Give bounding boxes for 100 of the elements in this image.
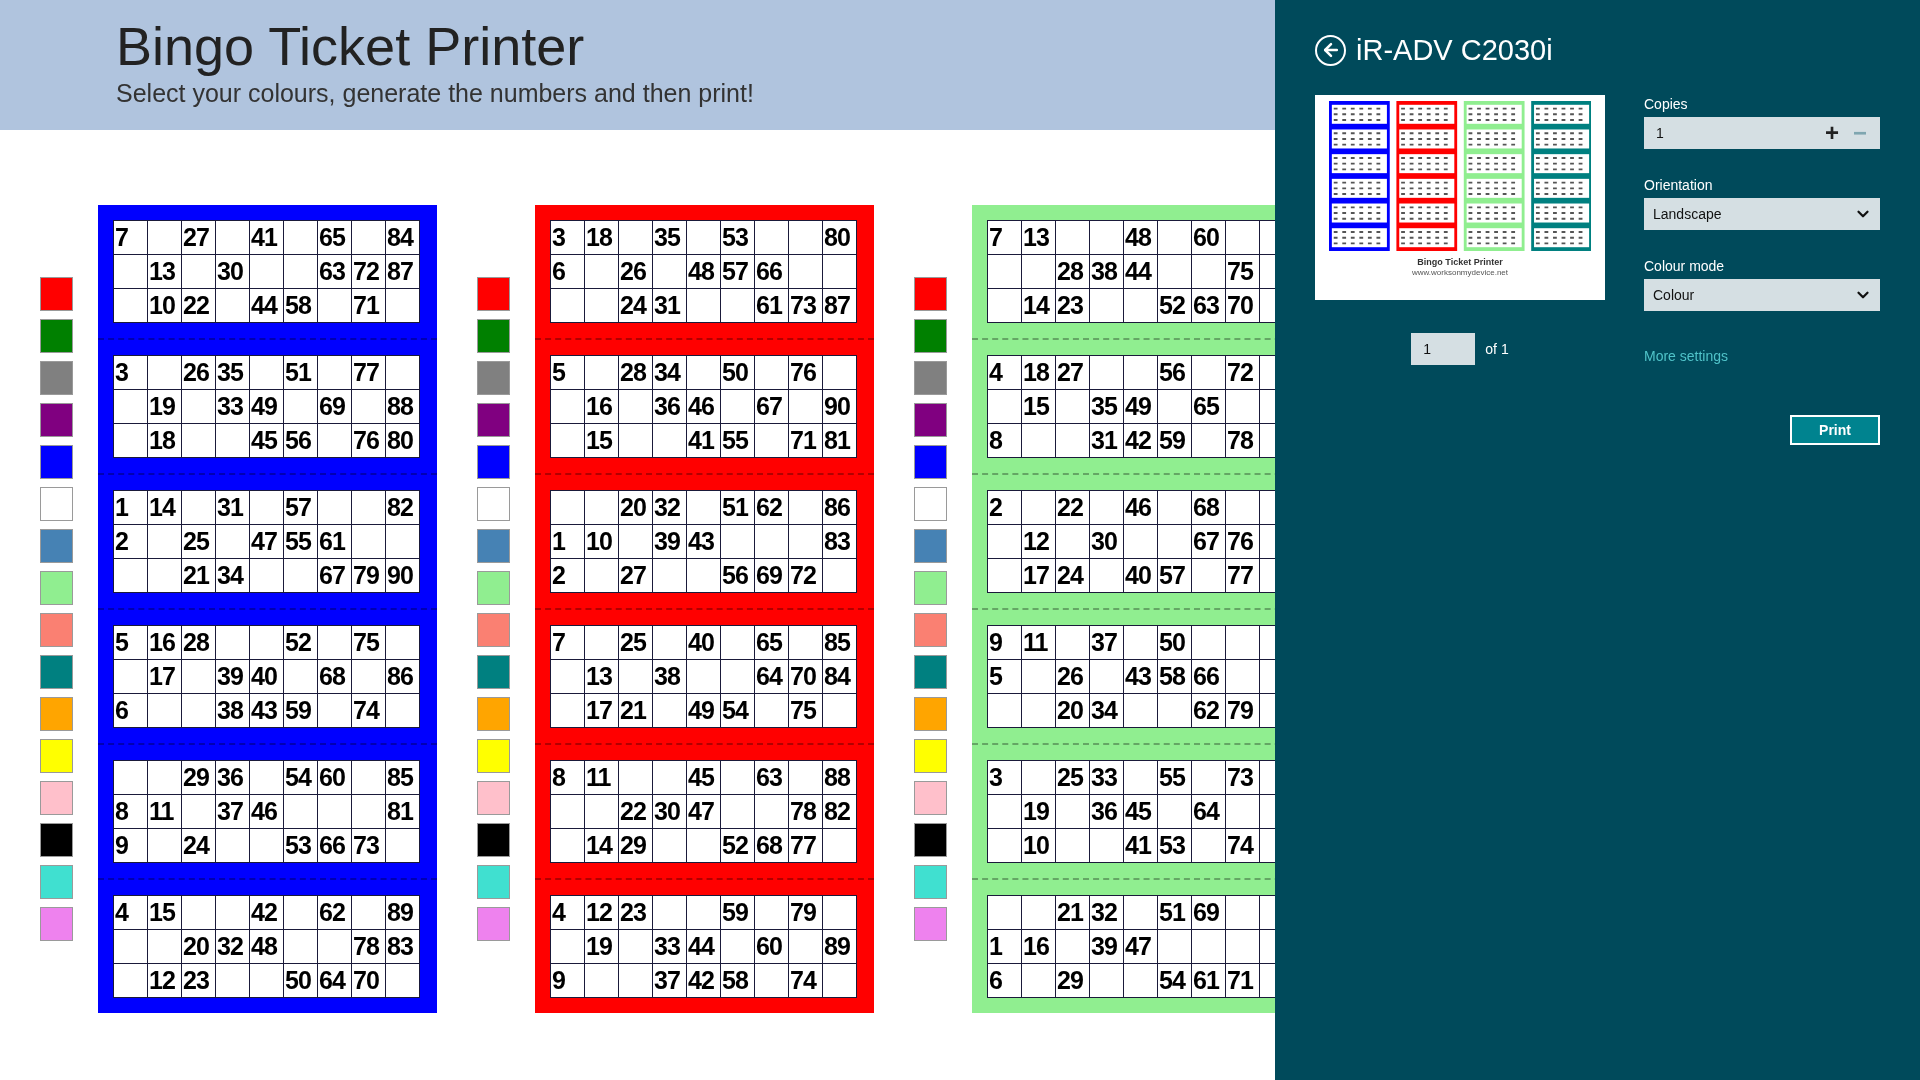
ticket-cell: [1090, 964, 1123, 997]
ticket-cell: 19: [148, 390, 181, 423]
colour-swatch[interactable]: [40, 445, 73, 479]
ticket-cell: [250, 626, 283, 659]
ticket-cell: [619, 930, 652, 963]
ticket-cell: 71: [789, 424, 822, 457]
print-button[interactable]: Print: [1790, 415, 1880, 445]
ticket-cell: 69: [1192, 896, 1225, 929]
colour-swatch[interactable]: [914, 487, 947, 521]
colour-swatch[interactable]: [40, 781, 73, 815]
back-icon[interactable]: [1315, 34, 1346, 66]
ticket-cell: [1124, 356, 1157, 389]
colour-swatch[interactable]: [914, 907, 947, 941]
ticket-cell: 33: [1090, 761, 1123, 794]
ticket-cell: [988, 525, 1021, 558]
colour-swatch[interactable]: [40, 613, 73, 647]
page-number-field[interactable]: 1: [1411, 333, 1476, 365]
colour-swatch[interactable]: [914, 319, 947, 353]
colour-swatch[interactable]: [477, 445, 510, 479]
ticket-cell: 77: [352, 356, 385, 389]
ticket-cell: 12: [1022, 525, 1055, 558]
colour-swatch[interactable]: [477, 739, 510, 773]
colour-mode-select[interactable]: Colour: [1644, 279, 1880, 311]
ticket-cell: 24: [1056, 559, 1089, 592]
colour-swatch[interactable]: [40, 403, 73, 437]
colour-swatch[interactable]: [477, 613, 510, 647]
ticket-cell: 68: [318, 660, 351, 693]
colour-swatch[interactable]: [40, 361, 73, 395]
colour-swatch[interactable]: [40, 529, 73, 563]
ticket-cell: 51: [721, 491, 754, 524]
colour-swatch[interactable]: [477, 823, 510, 857]
ticket-cell: 17: [1022, 559, 1055, 592]
colour-swatch[interactable]: [914, 361, 947, 395]
ticket-cell: 56: [1158, 356, 1191, 389]
colour-swatch[interactable]: [40, 277, 73, 311]
colour-swatch[interactable]: [914, 697, 947, 731]
ticket-cell: [585, 491, 618, 524]
colour-swatch[interactable]: [477, 865, 510, 899]
ticket-cell: 19: [1022, 795, 1055, 828]
colour-swatch[interactable]: [914, 781, 947, 815]
colour-swatch[interactable]: [914, 865, 947, 899]
ticket-cell: 18: [585, 221, 618, 254]
colour-swatch[interactable]: [477, 571, 510, 605]
colour-swatch[interactable]: [40, 823, 73, 857]
ticket-cell: 47: [687, 795, 720, 828]
ticket-cell: 76: [789, 356, 822, 389]
increment-button[interactable]: +: [1818, 121, 1846, 145]
colour-swatch[interactable]: [477, 907, 510, 941]
ticket-cell: [148, 761, 181, 794]
ticket-cell: 25: [1056, 761, 1089, 794]
colour-swatch[interactable]: [914, 823, 947, 857]
ticket-cell: 45: [687, 761, 720, 794]
colour-swatch[interactable]: [914, 739, 947, 773]
ticket-cell: 27: [1056, 356, 1089, 389]
colour-swatch[interactable]: [914, 277, 947, 311]
ticket-cell: 38: [216, 694, 249, 727]
colour-swatch[interactable]: [914, 613, 947, 647]
ticket-cell: [1022, 660, 1055, 693]
more-settings-link[interactable]: More settings: [1644, 346, 1880, 367]
ticket-cell: [551, 390, 584, 423]
ticket-cell: 17: [585, 694, 618, 727]
colour-swatch[interactable]: [40, 655, 73, 689]
ticket-cell: [386, 356, 419, 389]
colour-swatch[interactable]: [477, 277, 510, 311]
colour-swatch[interactable]: [914, 403, 947, 437]
colour-swatch[interactable]: [914, 445, 947, 479]
ticket-cell: 29: [182, 761, 215, 794]
ticket-cell: [1056, 795, 1089, 828]
ticket-cell: [1022, 694, 1055, 727]
colour-swatch[interactable]: [40, 697, 73, 731]
ticket-cell: 46: [1124, 491, 1157, 524]
colour-swatch[interactable]: [40, 739, 73, 773]
copies-field[interactable]: 1 + −: [1644, 117, 1880, 149]
colour-swatch[interactable]: [477, 655, 510, 689]
colour-swatch[interactable]: [477, 781, 510, 815]
ticket-cell: 59: [721, 896, 754, 929]
colour-swatch[interactable]: [40, 865, 73, 899]
colour-swatch[interactable]: [914, 571, 947, 605]
ticket-cell: 75: [789, 694, 822, 727]
colour-swatch[interactable]: [40, 907, 73, 941]
colour-swatch[interactable]: [477, 319, 510, 353]
ticket-cell: 46: [687, 390, 720, 423]
colour-swatch[interactable]: [914, 529, 947, 563]
ticket-cell: [755, 221, 788, 254]
colour-swatch[interactable]: [40, 487, 73, 521]
colour-swatch[interactable]: [477, 529, 510, 563]
ticket-cell: 81: [823, 424, 856, 457]
ticket-cell: [789, 761, 822, 794]
orientation-select[interactable]: Landscape: [1644, 198, 1880, 230]
ticket-cell: 27: [182, 221, 215, 254]
ticket-cell: 73: [352, 829, 385, 862]
colour-swatch[interactable]: [477, 361, 510, 395]
colour-swatch[interactable]: [40, 571, 73, 605]
colour-swatch[interactable]: [477, 403, 510, 437]
colour-swatch[interactable]: [914, 655, 947, 689]
colour-swatch[interactable]: [477, 487, 510, 521]
ticket-cell: 87: [823, 289, 856, 322]
ticket-cell: 90: [386, 559, 419, 592]
colour-swatch[interactable]: [40, 319, 73, 353]
colour-swatch[interactable]: [477, 697, 510, 731]
